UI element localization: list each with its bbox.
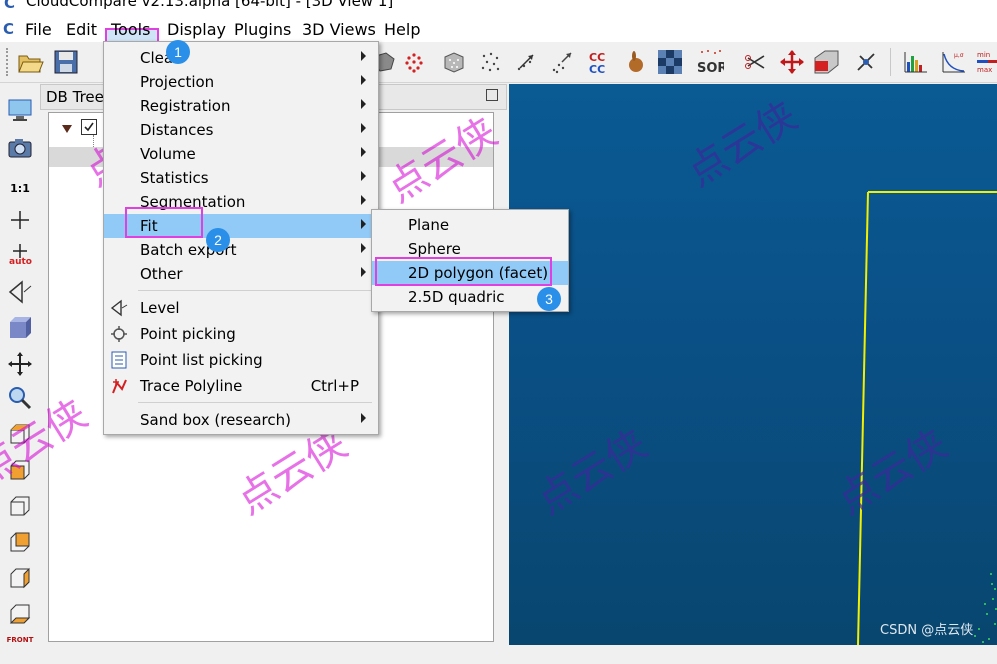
menu-tools[interactable]: Tools bbox=[111, 20, 150, 39]
display-window-icon[interactable] bbox=[6, 96, 34, 124]
menu-item-clean[interactable]: Clean bbox=[104, 46, 378, 70]
trace-polyline-icon bbox=[112, 379, 127, 394]
min-max-icon[interactable]: min max bbox=[975, 48, 997, 76]
auto-pivot-button[interactable]: auto bbox=[6, 242, 34, 270]
menu-item-trace-polyline[interactable]: Trace Polyline Ctrl+P bbox=[104, 374, 378, 398]
point-list-icon bbox=[111, 351, 127, 369]
checker-icon[interactable] bbox=[656, 48, 684, 76]
scale-1-1-label[interactable]: 1:1 bbox=[6, 175, 34, 203]
submenu-arrow-icon bbox=[361, 123, 366, 133]
translate-rotate-icon[interactable] bbox=[778, 48, 806, 76]
menu-item-point-list-picking[interactable]: Point list picking bbox=[104, 348, 378, 372]
menu-item-statistics[interactable]: Statistics bbox=[104, 166, 378, 190]
cube-view-icon[interactable] bbox=[6, 314, 34, 342]
view-left-icon[interactable] bbox=[6, 492, 34, 520]
submenu-arrow-icon bbox=[361, 171, 366, 181]
scissors-icon[interactable] bbox=[742, 48, 770, 76]
camera-icon[interactable] bbox=[6, 134, 34, 162]
svg-text:min: min bbox=[977, 51, 990, 59]
menu-item-distances[interactable]: Distances bbox=[104, 118, 378, 142]
menu-file[interactable]: File bbox=[25, 20, 52, 39]
open-icon[interactable] bbox=[16, 48, 44, 76]
submenu-arrow-icon bbox=[361, 51, 366, 61]
auto-label: auto bbox=[9, 257, 32, 267]
menu-app-icon[interactable]: C bbox=[3, 20, 14, 38]
menu-item-batch-export[interactable]: Batch export bbox=[104, 238, 378, 262]
mesh-icon[interactable] bbox=[440, 48, 468, 76]
callout-3: 3 bbox=[537, 287, 561, 311]
app-logo-icon: C bbox=[4, 0, 16, 12]
callout-2: 2 bbox=[206, 228, 230, 252]
menu-item-registration[interactable]: Registration bbox=[104, 94, 378, 118]
crop-points-icon[interactable] bbox=[548, 48, 576, 76]
expand-arrow-icon[interactable] bbox=[61, 123, 73, 135]
menu-separator bbox=[138, 290, 372, 291]
submenu-arrow-icon bbox=[361, 147, 366, 157]
svg-text:CC: CC bbox=[589, 63, 605, 76]
float-panel-icon[interactable] bbox=[486, 89, 498, 101]
menu-item-projection[interactable]: Projection bbox=[104, 70, 378, 94]
svg-text:μ,σ: μ,σ bbox=[954, 52, 964, 59]
menu-display[interactable]: Display bbox=[167, 20, 226, 39]
move-icon[interactable] bbox=[6, 350, 34, 378]
menu-separator bbox=[138, 402, 372, 403]
menu-help[interactable]: Help bbox=[384, 20, 420, 39]
title-bar: C CloudCompare v2.13.alpha [64-bit] - [3… bbox=[0, 0, 997, 14]
left-toolbar: 1:1 auto FRONT bbox=[0, 84, 40, 645]
menu-plugins[interactable]: Plugins bbox=[234, 20, 291, 39]
menu-item-level[interactable]: Level bbox=[104, 296, 378, 320]
submenu-arrow-icon bbox=[361, 195, 366, 205]
callout-1: 1 bbox=[166, 40, 190, 64]
distribution-fit-icon[interactable]: μ,σ bbox=[940, 48, 968, 76]
submenu-arrow-icon bbox=[361, 219, 366, 229]
submenu-arrow-icon bbox=[361, 243, 366, 253]
pick-rotation-center-icon[interactable] bbox=[852, 48, 880, 76]
histogram-icon[interactable] bbox=[902, 48, 930, 76]
save-icon[interactable] bbox=[52, 48, 80, 76]
sor-filter-icon[interactable]: SOR bbox=[696, 48, 724, 76]
svg-text:max: max bbox=[977, 66, 992, 74]
view-bottom-icon[interactable] bbox=[6, 600, 34, 628]
window-title: CloudCompare v2.13.alpha [64-bit] - [3D … bbox=[26, 0, 394, 10]
front-label[interactable]: FRONT bbox=[6, 636, 34, 664]
subsample-icon[interactable] bbox=[476, 48, 504, 76]
menu-item-point-picking[interactable]: Point picking bbox=[104, 322, 378, 346]
3d-view[interactable] bbox=[509, 84, 997, 645]
zoom-pivot-icon[interactable] bbox=[6, 206, 34, 234]
polyline-overlay bbox=[857, 191, 997, 645]
submenu-arrow-icon bbox=[361, 413, 366, 423]
menu-item-plane[interactable]: Plane bbox=[372, 213, 568, 237]
normals-icon[interactable] bbox=[512, 48, 540, 76]
menu-bar: C File Edit Tools Display Plugins 3D Vie… bbox=[0, 14, 997, 54]
shortcut-label: Ctrl+P bbox=[310, 377, 359, 395]
checkmark-icon bbox=[84, 122, 94, 132]
perspective-icon[interactable] bbox=[6, 278, 34, 306]
menu-item-volume[interactable]: Volume bbox=[104, 142, 378, 166]
view-back-icon[interactable] bbox=[6, 528, 34, 556]
submenu-arrow-icon bbox=[361, 99, 366, 109]
fit-annotation-box bbox=[125, 207, 203, 238]
sor-label: SOR bbox=[697, 61, 724, 76]
facet-annotation-box bbox=[375, 257, 552, 286]
bunny-icon[interactable] bbox=[622, 48, 650, 76]
menu-edit[interactable]: Edit bbox=[66, 20, 97, 39]
menu-item-sandbox[interactable]: Sand box (research) bbox=[104, 408, 378, 432]
submenu-arrow-icon bbox=[361, 267, 366, 277]
submenu-arrow-icon bbox=[361, 75, 366, 85]
segment-box-icon[interactable] bbox=[812, 48, 840, 76]
tools-menu: Clean Projection Registration Distances … bbox=[103, 41, 379, 435]
point-picking-icon bbox=[111, 326, 127, 342]
sample-points-icon[interactable] bbox=[400, 48, 428, 76]
cc-icon[interactable]: CC CC bbox=[586, 48, 614, 76]
credit-text: CSDN @点云侠 bbox=[880, 623, 974, 638]
menu-item-other[interactable]: Other bbox=[104, 262, 378, 286]
view-right-icon[interactable] bbox=[6, 564, 34, 592]
menu-3d-views[interactable]: 3D Views bbox=[302, 20, 376, 39]
level-icon bbox=[110, 299, 128, 317]
db-tree-title: DB Tree bbox=[46, 88, 104, 106]
